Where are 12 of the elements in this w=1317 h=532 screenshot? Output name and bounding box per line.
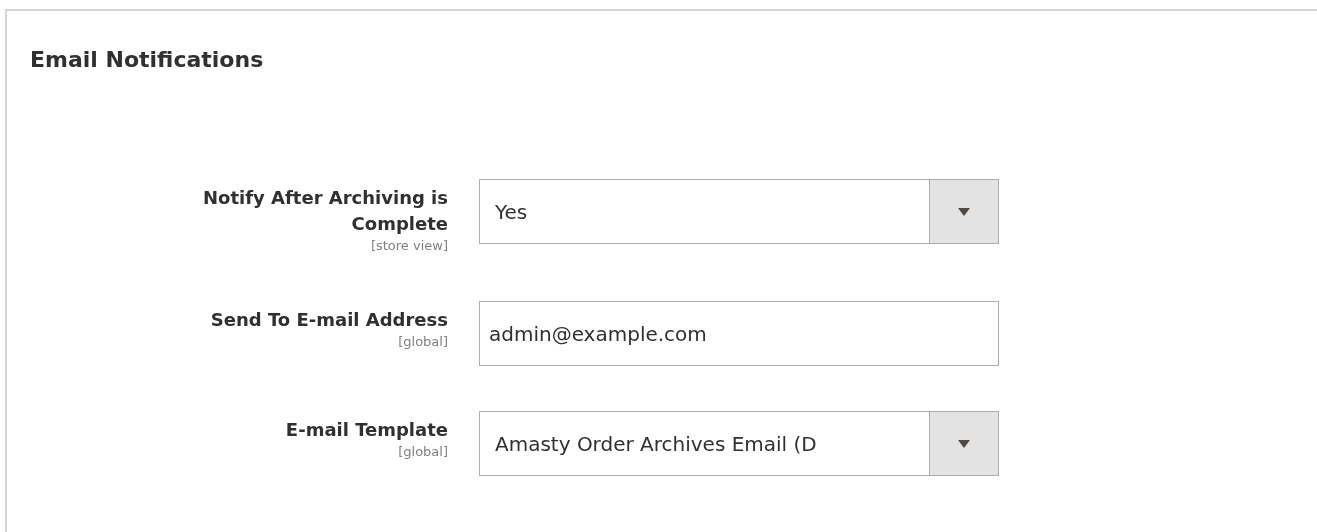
- field-label: Notify After Archiving is Complete: [202, 186, 448, 236]
- scope-label: [global]: [398, 443, 448, 461]
- select-field[interactable]: Amasty Order Archives Email (D: [479, 411, 999, 476]
- caret-icon: [958, 207, 970, 216]
- section-title: Email Notifications: [30, 46, 264, 74]
- field-label: Send To E-mail Address: [210, 308, 448, 332]
- scope-label: [global]: [398, 333, 448, 351]
- select-field[interactable]: Yes: [479, 179, 999, 244]
- email-input[interactable]: admin@example.com: [479, 301, 999, 366]
- caret-icon: [958, 439, 970, 448]
- field-label: E-mail Template: [285, 418, 448, 442]
- scope-label: [store view]: [370, 237, 448, 255]
